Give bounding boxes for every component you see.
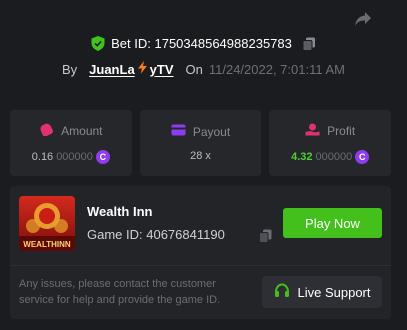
coin-icon: C bbox=[355, 149, 370, 164]
bet-id-text: Bet ID: 1750348564988235783 bbox=[111, 36, 292, 51]
username-link[interactable]: JuanLa yTV bbox=[89, 61, 174, 77]
bet-author-row: By JuanLa yTV On 11/24/2022, 7:01:11 AM bbox=[0, 61, 407, 77]
username-prefix: JuanLa bbox=[89, 61, 135, 77]
profit-value: 4.32 bbox=[291, 150, 313, 163]
game-thumbnail[interactable]: WEALTHINN bbox=[19, 196, 75, 251]
profit-value-trailing: 000000 bbox=[315, 150, 353, 163]
card-divider bbox=[10, 265, 391, 266]
play-now-button[interactable]: Play Now bbox=[283, 208, 382, 238]
bet-stats: Amount 0.16 000000 C Payout 28 x Profit 4… bbox=[10, 110, 392, 176]
by-label: By bbox=[61, 61, 78, 77]
help-text: Any issues, please contact the customer … bbox=[19, 278, 221, 306]
stat-profit: Profit 4.32 000000 C bbox=[269, 110, 392, 176]
profit-label-row: Profit bbox=[305, 123, 355, 139]
live-support-button[interactable]: Live Support bbox=[262, 276, 382, 308]
payout-label-row: Payout bbox=[171, 124, 230, 139]
on-label: On bbox=[185, 61, 203, 77]
thumbnail-title: WEALTHINN bbox=[23, 240, 71, 249]
stat-amount: Amount 0.16 000000 C bbox=[10, 110, 132, 176]
lightning-icon bbox=[137, 61, 147, 77]
profit-label: Profit bbox=[327, 123, 356, 138]
payout-value-row: 28 x bbox=[190, 150, 211, 162]
amount-value-trailing: 000000 bbox=[56, 150, 93, 163]
share-icon[interactable] bbox=[353, 10, 373, 28]
game-name: Wealth Inn bbox=[87, 204, 153, 219]
amount-label-row: Amount bbox=[39, 123, 103, 139]
copy-game-id-icon[interactable] bbox=[259, 229, 272, 243]
headset-icon bbox=[274, 282, 290, 302]
amount-label: Amount bbox=[61, 123, 103, 138]
amount-value: 0.16 bbox=[31, 150, 54, 163]
coin-icon: C bbox=[95, 149, 110, 164]
bet-date: 11/24/2022, 7:01:11 AM bbox=[208, 61, 345, 77]
amount-value-row: 0.16 000000 C bbox=[31, 149, 110, 164]
payout-value: 28 x bbox=[190, 150, 211, 162]
live-support-label: Live Support bbox=[297, 284, 371, 300]
copy-bet-id-icon[interactable] bbox=[302, 37, 316, 51]
profit-value-row: 4.32 000000 C bbox=[291, 149, 370, 164]
game-card: WEALTHINN Wealth Inn Game ID: 4067684119… bbox=[10, 186, 391, 319]
payout-label: Payout bbox=[192, 124, 231, 139]
money-bag-icon bbox=[39, 123, 54, 139]
wallet-icon bbox=[171, 124, 186, 139]
bet-id-row: Bet ID: 1750348564988235783 bbox=[0, 36, 407, 51]
username-suffix: yTV bbox=[149, 61, 174, 77]
game-id: Game ID: 40676841190 bbox=[87, 227, 225, 242]
verified-shield-icon bbox=[91, 36, 105, 51]
stat-payout: Payout 28 x bbox=[139, 110, 262, 176]
hand-coin-icon bbox=[305, 123, 320, 139]
